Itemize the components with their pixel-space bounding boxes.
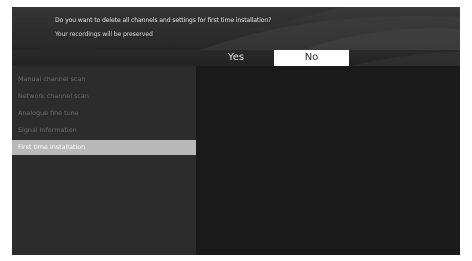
content-panel [196,66,460,255]
background-swoosh-decoration [12,7,460,50]
menu-item-network-channel-scan[interactable]: Network channel scan [12,89,196,104]
installation-menu: Manual channel scan Network channel scan… [12,66,196,255]
menu-item-signal-information[interactable]: Signal Information [12,123,196,138]
menu-item-analogue-fine-tune[interactable]: Analogue fine tune [12,106,196,121]
dialog-subtext: Your recordings will be preserved [55,31,153,38]
menu-item-manual-channel-scan[interactable]: Manual channel scan [12,72,196,87]
dialog-question: Do you want to delete all channels and s… [55,17,272,24]
yes-button[interactable]: Yes [200,50,272,66]
no-button[interactable]: No [274,50,349,66]
menu-item-first-time-installation[interactable]: First time installation [12,140,196,155]
tv-screen: Do you want to delete all channels and s… [12,7,460,255]
answer-bar: Yes No [12,50,460,66]
confirmation-dialog: Do you want to delete all channels and s… [12,7,460,50]
